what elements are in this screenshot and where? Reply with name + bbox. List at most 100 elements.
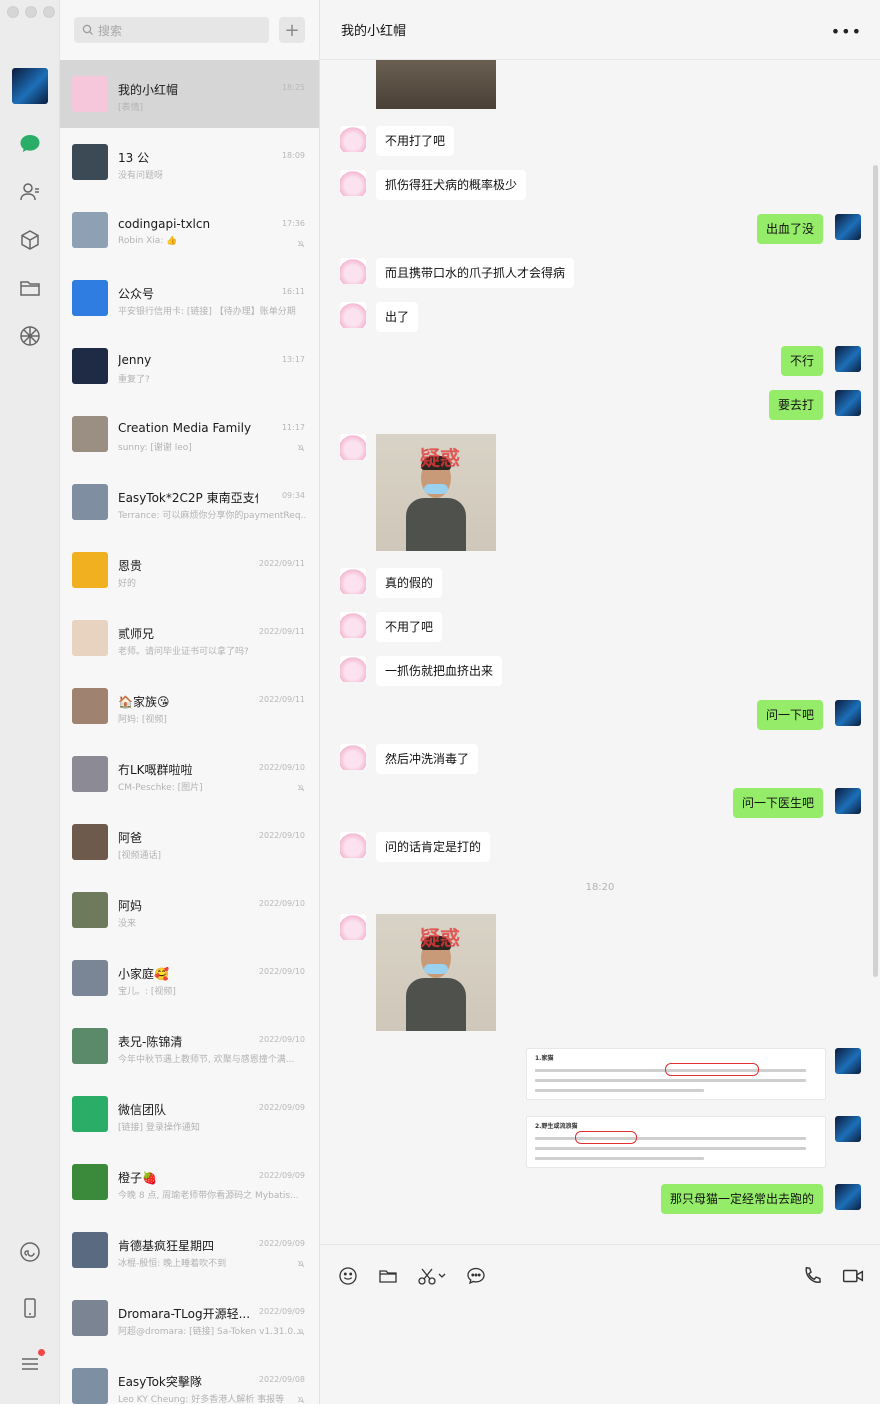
scrollbar[interactable] — [873, 165, 878, 977]
message-bubble[interactable]: 一抓伤就把血挤出来 — [376, 656, 503, 686]
my-avatar[interactable] — [835, 788, 861, 814]
message-bubble[interactable]: 要去打 — [768, 390, 823, 420]
my-avatar[interactable] — [835, 214, 861, 240]
my-avatar[interactable] — [835, 390, 861, 416]
contact-avatar[interactable] — [340, 434, 366, 460]
conversation-item[interactable]: 肯德基疯狂星期四 2022/09/09 冰棍-殷恒: 晚上睡着吹不到 — [60, 1216, 319, 1284]
conversation-item[interactable]: 微信团队 2022/09/09 [链接] 登录操作通知 — [60, 1080, 319, 1148]
contact-avatar[interactable] — [340, 126, 366, 152]
document-image-message[interactable]: 1.家猫 — [526, 1048, 826, 1100]
chats-icon[interactable] — [17, 131, 43, 157]
conversation-item[interactable]: Dromara-TLog开源轻... 2022/09/09 阿超@dromara: … — [60, 1284, 319, 1352]
image-message[interactable]: 疑惑 — [376, 434, 496, 551]
conversation-avatar — [72, 212, 108, 248]
my-avatar[interactable] — [835, 1116, 861, 1142]
favorites-icon[interactable] — [17, 227, 43, 253]
minimize-window-button[interactable] — [25, 6, 37, 18]
contact-avatar[interactable] — [340, 656, 366, 682]
contact-avatar[interactable] — [340, 568, 366, 594]
document-text-line — [535, 1147, 806, 1150]
conversation-preview: 阿超@dromara: [链接] Sa-Token v1.31.0... — [118, 1327, 302, 1337]
my-avatar[interactable] — [835, 700, 861, 726]
message-bubble[interactable]: 不用打了吧 — [376, 126, 455, 156]
contact-avatar[interactable] — [340, 170, 366, 196]
document-image-message[interactable]: 2.野生或流浪猫 — [526, 1116, 826, 1168]
message-bubble[interactable]: 问一下吧 — [756, 700, 823, 730]
conversation-item[interactable]: codingapi-txlcn 17:36 Robin Xia: 👍 — [60, 196, 319, 264]
message-bubble[interactable]: 那只母猫一定经常出去跑的 — [660, 1184, 823, 1214]
conversation-preview: 今年中秋节遇上教师节, 欢聚与感恩撞个满... — [118, 1055, 295, 1065]
screenshot-icon[interactable] — [417, 1265, 447, 1287]
contact-avatar[interactable] — [340, 744, 366, 770]
moments-icon[interactable] — [17, 323, 43, 349]
mute-bell-icon — [297, 444, 305, 452]
close-window-button[interactable] — [7, 6, 19, 18]
message-bubble[interactable]: 不用了吧 — [376, 612, 443, 642]
contact-avatar[interactable] — [340, 914, 366, 940]
conversation-item[interactable]: 13 公 18:09 没有问题呀 — [60, 128, 319, 196]
folder-icon[interactable] — [377, 1265, 399, 1287]
conversation-avatar — [72, 552, 108, 588]
conversation-item[interactable]: EasyTok*2C2P 東南亞支付 09:34 Terrance: 可以麻烦你分享… — [60, 468, 319, 536]
mini-programs-icon[interactable] — [17, 1239, 43, 1265]
video-call-icon[interactable] — [842, 1265, 864, 1287]
conversation-item[interactable]: 阿爸 2022/09/10 [视频通话] — [60, 808, 319, 876]
emoji-icon[interactable] — [337, 1265, 359, 1287]
message-bubble[interactable]: 抓伤得狂犬病的概率极少 — [376, 170, 527, 200]
files-icon[interactable] — [17, 275, 43, 301]
conversation-item[interactable]: 🏠家族😘 2022/09/11 阿妈: [视频] — [60, 672, 319, 740]
my-avatar[interactable] — [835, 1048, 861, 1074]
conversation-time: 2022/09/09 — [258, 1171, 305, 1180]
contact-avatar[interactable] — [340, 302, 366, 328]
add-button[interactable]: + — [279, 17, 305, 43]
conversation-item[interactable]: Jenny 13:17 重复了? — [60, 332, 319, 400]
message-bubble[interactable]: 而且携带口水的爪子抓人才会得病 — [376, 258, 575, 288]
conversation-item[interactable]: 小家庭🥰 2022/09/10 宝儿。: [视频] — [60, 944, 319, 1012]
message-bubble[interactable]: 出血了没 — [756, 214, 823, 244]
conversation-item[interactable]: 橙子🍓 2022/09/09 今晚 8 点, 周瑜老师带你看源码之 Mybatis.… — [60, 1148, 319, 1216]
search-input[interactable]: 搜索 — [74, 17, 270, 43]
conversation-item[interactable]: 恩贵 2022/09/11 好的 — [60, 536, 319, 604]
menu-icon[interactable] — [17, 1349, 45, 1377]
contact-avatar[interactable] — [340, 258, 366, 284]
voice-call-icon[interactable] — [802, 1265, 824, 1287]
phone-icon[interactable] — [17, 1295, 43, 1321]
contact-avatar[interactable] — [340, 832, 366, 858]
conversation-item[interactable]: 表兄-陈锦清 2022/09/10 今年中秋节遇上教师节, 欢聚与感恩撞个满... — [60, 1012, 319, 1080]
image-message[interactable] — [376, 60, 496, 109]
message-bubble[interactable]: 不行 — [780, 346, 823, 376]
conversation-info: 贰师兄 2022/09/11 老师。请问毕业证书可以拿了吗? — [118, 604, 307, 672]
conversation-info: Dromara-TLog开源轻... 2022/09/09 阿超@dromara: … — [118, 1284, 307, 1352]
message-bubble[interactable]: 出了 — [376, 302, 419, 332]
conversation-avatar — [72, 620, 108, 656]
conversation-preview: 好的 — [118, 579, 137, 589]
contacts-icon[interactable] — [17, 179, 43, 205]
message-bubble[interactable]: 问一下医生吧 — [732, 788, 823, 818]
conversation-item[interactable]: 冇LK嘅群啦啦 2022/09/10 CM-Peschke: [图片] — [60, 740, 319, 808]
contact-avatar[interactable] — [340, 612, 366, 638]
chat-history-icon[interactable] — [465, 1265, 487, 1287]
message-bubble[interactable]: 问的话肯定是打的 — [376, 832, 491, 862]
my-avatar[interactable] — [835, 1184, 861, 1210]
more-options-button[interactable]: ••• — [831, 22, 862, 41]
image-watermark: 疑惑 — [420, 446, 460, 470]
zoom-window-button[interactable] — [43, 6, 55, 18]
document-text-line — [535, 1157, 705, 1160]
conversation-item[interactable]: 公众号 16:11 平安银行信用卡: [链接] 【待办理】账单分期 — [60, 264, 319, 332]
message-bubble[interactable]: 真的假的 — [376, 568, 443, 598]
message-list[interactable]: 不用打了吧抓伤得狂犬病的概率极少出血了没而且携带口水的爪子抓人才会得病 出了不行要… — [320, 60, 880, 1244]
conversation-item[interactable]: Creation Media Family 11:17 sunny: [谢谢 leo… — [60, 400, 319, 468]
conversation-name: EasyTok突擊隊 — [118, 1375, 202, 1389]
conversation-avatar — [72, 144, 108, 180]
conversation-name: 橙子🍓 — [118, 1171, 157, 1185]
my-avatar[interactable] — [835, 346, 861, 372]
message-bubble[interactable]: 然后冲洗消毒了 — [376, 744, 479, 774]
conversation-avatar — [72, 756, 108, 792]
conversation-item[interactable]: 我的小红帽 18:25 [表情] — [60, 60, 319, 128]
image-message[interactable]: 疑惑 — [376, 914, 496, 1031]
conversation-item[interactable]: EasyTok突擊隊 2022/09/08 Leo KY Cheung: 好多香港人… — [60, 1352, 319, 1404]
conversation-item[interactable]: 贰师兄 2022/09/11 老师。请问毕业证书可以拿了吗? — [60, 604, 319, 672]
conversation-name: 微信团队 — [118, 1103, 167, 1117]
conversation-item[interactable]: 阿妈 2022/09/10 没来 — [60, 876, 319, 944]
my-avatar[interactable] — [12, 68, 48, 104]
